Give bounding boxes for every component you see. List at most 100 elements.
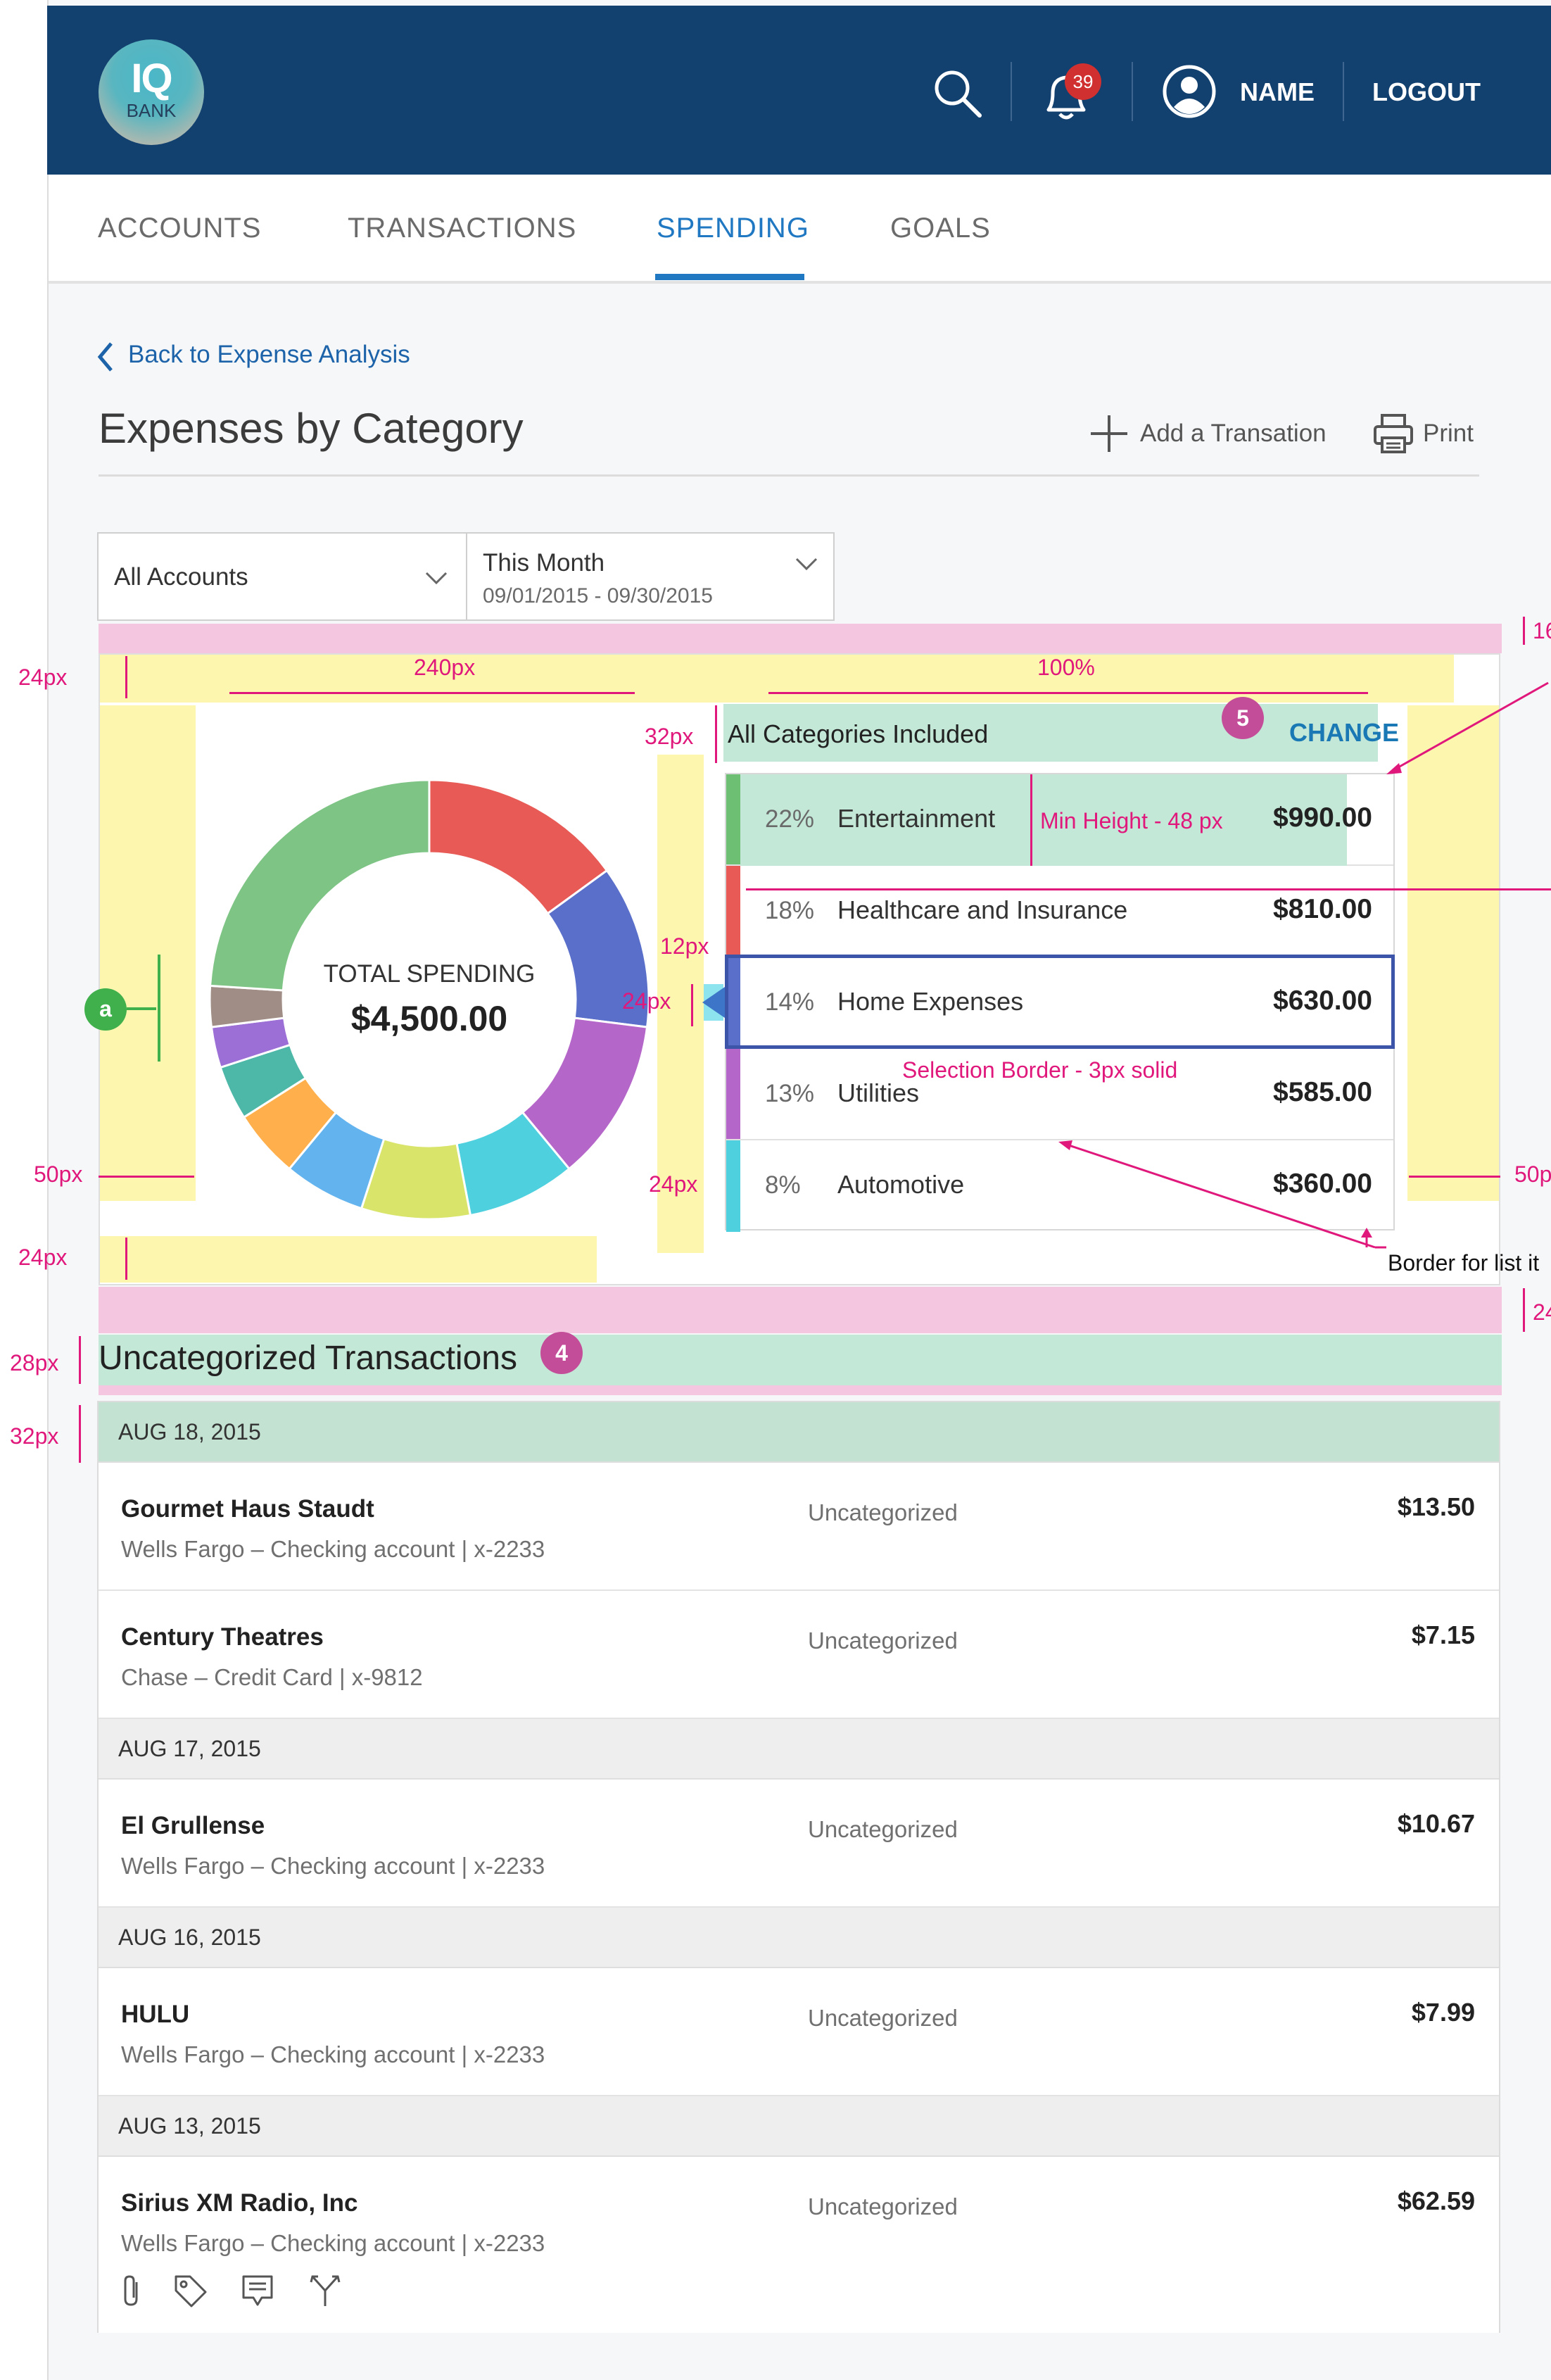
date-header: AUG 17, 2015 [99,1719,1499,1780]
spec-label: 24px [18,665,68,690]
spec-line [1030,774,1032,866]
transaction-merchant: HULU [121,2001,190,2028]
header-divider [1343,62,1344,121]
transaction-row[interactable]: HULU Wells Fargo – Checking account | x-… [99,1968,1499,2096]
spacing-band [99,1385,1502,1395]
transaction-category[interactable]: Uncategorized [808,1499,958,1526]
transaction-account: Wells Fargo – Checking account | x-2233 [121,1853,545,1879]
uncategorized-transactions-list: AUG 18, 2015 Gourmet Haus Staudt Wells F… [97,1401,1500,2333]
period-select-value: This Month [483,549,605,577]
spec-line [125,1238,127,1280]
transaction-row[interactable]: Gourmet Haus Staudt Wells Fargo – Checki… [99,1463,1499,1591]
date-label: AUG 17, 2015 [118,1736,261,1761]
bank-logo[interactable]: IQ BANK [99,39,204,145]
spacing-band [99,1287,1502,1333]
date-header: AUG 13, 2015 [99,2096,1499,2157]
transaction-account: Wells Fargo – Checking account | x-2233 [121,2230,545,2256]
user-icon[interactable] [1161,63,1217,120]
printer-icon[interactable] [1372,413,1414,455]
spacing-band [100,705,196,1201]
transaction-account: Wells Fargo – Checking account | x-2233 [121,1536,545,1562]
logo-text: IQ [131,56,172,101]
app-header [47,6,1551,175]
transaction-row[interactable]: El Grullense Wells Fargo – Checking acco… [99,1780,1499,1908]
spacing-band [100,1236,597,1283]
transaction-merchant: Sirius XM Radio, Inc [121,2189,358,2217]
category-color-bar [726,866,740,956]
transaction-category[interactable]: Uncategorized [808,1816,958,1843]
spec-label: 50px [34,1161,83,1187]
page-title: Expenses by Category [99,405,524,452]
spec-line [1523,1288,1525,1332]
add-transaction-button[interactable]: Add a Transation [1140,420,1327,448]
donut-segment-10[interactable] [209,779,431,992]
selection-pointer-icon [702,987,725,1018]
spec-label: 24px [622,988,671,1014]
transaction-category[interactable]: Uncategorized [808,2193,958,2220]
date-label: AUG 13, 2015 [118,2113,261,2139]
transaction-amount: $7.15 [1411,1620,1475,1649]
paperclip-icon[interactable] [118,2272,146,2309]
plus-icon[interactable] [1089,414,1129,453]
uncategorized-title: Uncategorized Transactions [99,1340,517,1377]
transaction-row[interactable]: Century Theatres Chase – Credit Card | x… [99,1591,1499,1719]
active-tab-indicator [655,274,804,280]
annotation-badge-4: 4 [540,1332,583,1374]
account-select-value: All Accounts [114,563,248,591]
spec-label: 24px [18,1245,68,1270]
chevron-left-icon[interactable] [94,341,115,373]
spec-label: 32px [645,724,694,749]
logo-subtext: BANK [126,100,177,121]
notification-badge: 39 [1065,63,1101,100]
tab-transactions[interactable]: TRANSACTIONS [348,213,576,244]
date-label: AUG 18, 2015 [118,1419,261,1444]
category-name: Entertainment [837,804,996,833]
spacing-band [99,624,1502,653]
transaction-account: Chase – Credit Card | x-9812 [121,1664,423,1690]
tag-icon[interactable] [172,2272,208,2309]
main-nav: ACCOUNTS TRANSACTIONS SPENDING GOALS [49,175,1551,284]
transaction-row-expanded[interactable]: Sirius XM Radio, Inc Wells Fargo – Check… [99,2157,1499,2333]
user-name[interactable]: NAME [1240,77,1315,107]
transaction-amount: $62.59 [1397,2186,1475,2215]
total-spending-value: $4,500.00 [350,999,508,1038]
spec-label: 24 [1533,1299,1551,1325]
transaction-category[interactable]: Uncategorized [808,2005,958,2032]
spec-label: 28px [10,1350,59,1375]
print-button[interactable]: Print [1423,420,1474,448]
tab-goals[interactable]: GOALS [890,213,991,244]
category-percent: 22% [765,805,815,833]
category-percent: 13% [765,1080,815,1107]
note-icon[interactable] [239,2272,276,2309]
category-name: Automotive [837,1170,965,1199]
tab-spending[interactable]: SPENDING [657,213,809,244]
transaction-category[interactable]: Uncategorized [808,1627,958,1654]
category-color-bar [726,1140,740,1232]
account-select[interactable]: All Accounts [97,532,467,621]
category-percent: 18% [765,897,815,924]
header-divider [1132,62,1133,121]
spec-line [125,656,127,698]
split-icon[interactable] [307,2272,343,2309]
spec-line [127,1007,156,1010]
date-label: AUG 16, 2015 [118,1925,261,1950]
transaction-account: Wells Fargo – Checking account | x-2233 [121,2041,545,2067]
search-icon[interactable] [930,66,984,120]
transaction-merchant: Gourmet Haus Staudt [121,1495,374,1523]
spec-label: 24px [649,1171,698,1197]
list-header-title: All Categories Included [728,719,989,748]
spec-line [79,1336,81,1384]
title-divider [99,474,1479,477]
date-header: AUG 16, 2015 [99,1908,1499,1968]
date-header: AUG 18, 2015 [99,1402,1499,1463]
transaction-amount: $10.67 [1397,1809,1475,1838]
back-link[interactable]: Back to Expense Analysis [128,341,410,369]
tab-accounts[interactable]: ACCOUNTS [98,213,261,244]
transaction-amount: $13.50 [1397,1492,1475,1521]
header-divider [1011,62,1012,121]
logout-button[interactable]: LOGOUT [1372,77,1481,107]
period-select[interactable]: This Month 09/01/2015 - 09/30/2015 [466,532,835,621]
spec-line [158,955,160,1062]
annotation-badge-a: a [84,988,127,1031]
category-color-bar [726,774,740,864]
